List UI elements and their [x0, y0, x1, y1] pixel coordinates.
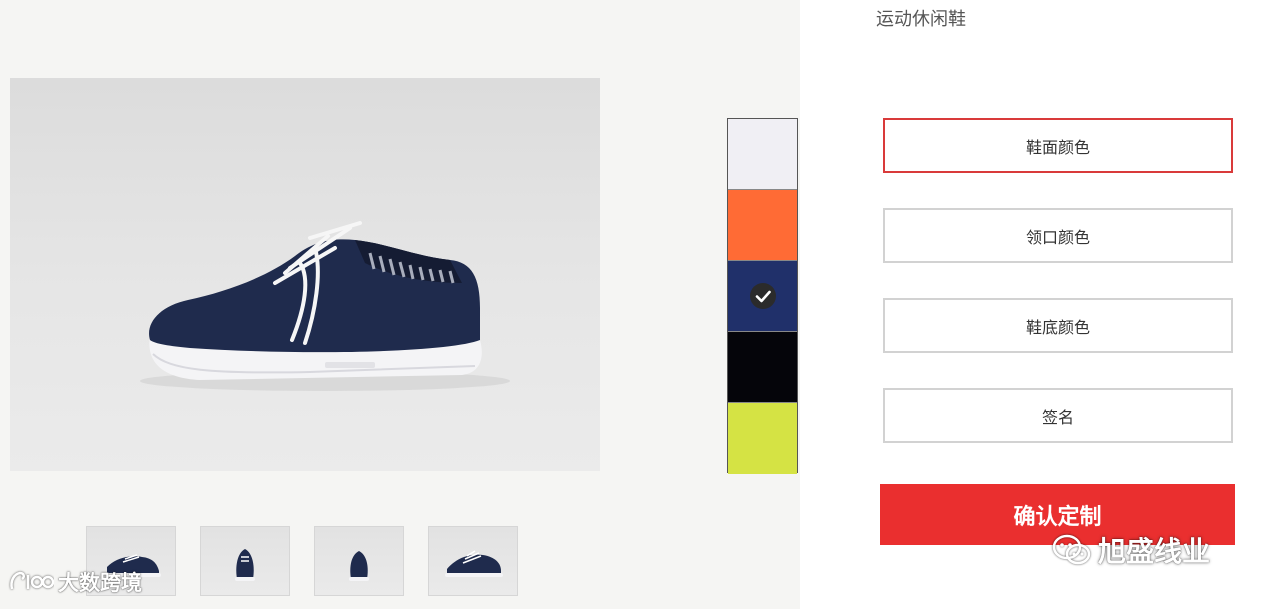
option-collar-color-label: 领口颜色	[1025, 227, 1090, 247]
swatch-black[interactable]	[728, 332, 797, 403]
swatch-lime[interactable]	[728, 403, 797, 474]
swatch-navy[interactable]	[728, 261, 797, 332]
thumbnail-2[interactable]	[200, 526, 290, 596]
option-upper-color[interactable]: 鞋面颜色	[883, 118, 1233, 173]
product-gallery-panel: 大数跨境	[0, 0, 800, 609]
color-swatch-list	[727, 118, 798, 474]
check-icon	[749, 283, 776, 309]
thumbnail-3[interactable]	[314, 526, 404, 596]
option-collar-color[interactable]: 领口颜色	[883, 208, 1233, 263]
confirm-customize-label: 确认定制	[1013, 504, 1102, 530]
option-sole-color[interactable]: 鞋底颜色	[883, 298, 1233, 353]
thumbnail-sneaker-front	[235, 549, 255, 581]
swatch-white[interactable]	[728, 119, 797, 190]
thumbnail-sneaker-angled	[445, 550, 503, 577]
sneaker-illustration	[140, 221, 510, 391]
option-signature[interactable]: 签名	[883, 388, 1233, 443]
wechat-icon	[1052, 534, 1091, 565]
option-signature-label: 签名	[1041, 407, 1074, 427]
watermark-left: 大数跨境	[8, 567, 142, 597]
product-name: 运动休闲鞋	[876, 9, 966, 30]
thumbnail-4[interactable]	[428, 526, 518, 596]
watermark-left-text: 大数跨境	[58, 571, 142, 595]
watermark-logo-icon	[10, 571, 54, 590]
thumbnail-sneaker-back	[349, 551, 369, 581]
option-sole-color-label: 鞋底颜色	[1025, 317, 1090, 337]
option-upper-color-label: 鞋面颜色	[1025, 137, 1090, 157]
watermark-right-text: 旭盛线业	[1098, 535, 1211, 568]
swatch-orange[interactable]	[728, 190, 797, 261]
main-product-image	[10, 78, 600, 471]
watermark-right: 旭盛线业	[1052, 530, 1210, 570]
